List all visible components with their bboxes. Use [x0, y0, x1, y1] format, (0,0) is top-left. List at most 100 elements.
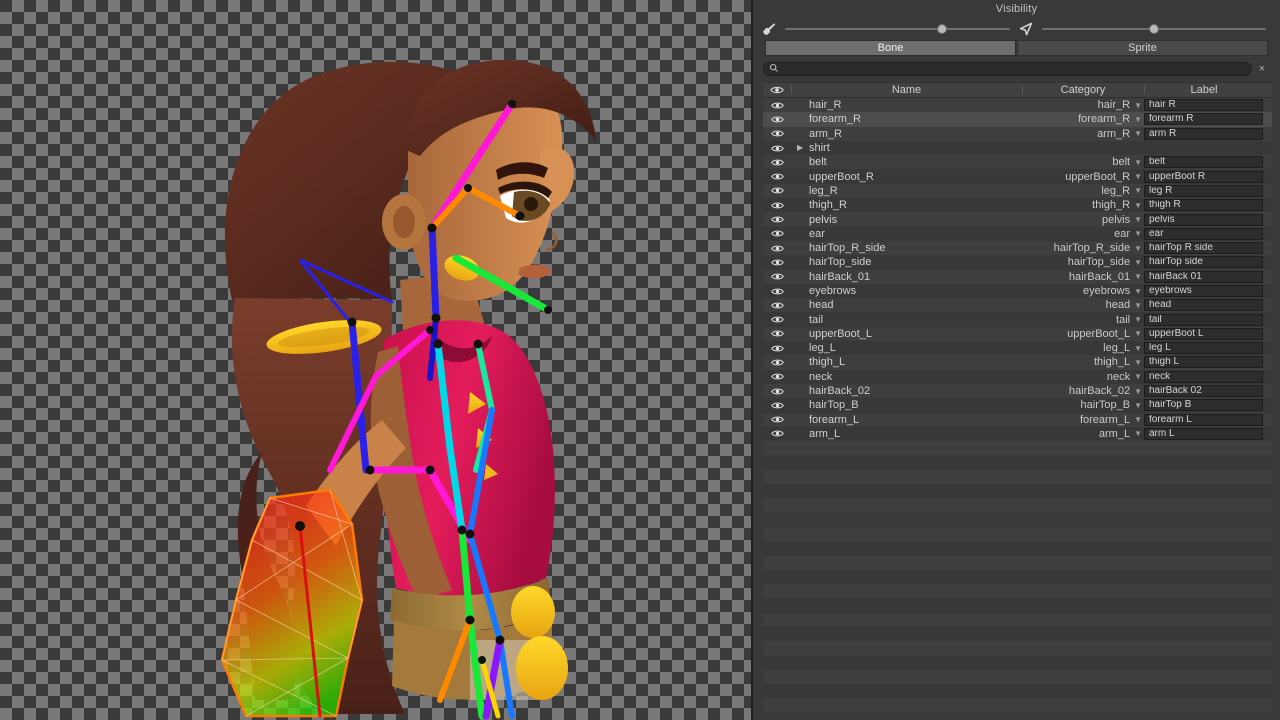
bone-opacity-slider[interactable] [761, 21, 1010, 37]
row-visibility-toggle[interactable] [763, 429, 791, 438]
row-label-input[interactable]: eyebrows [1144, 285, 1263, 297]
row-name[interactable]: thigh_L [791, 356, 1022, 368]
row-category-dropdown[interactable]: hairTop_B ▼ [1022, 399, 1144, 411]
row-label-input[interactable]: hairTop R side [1144, 242, 1263, 255]
chevron-down-icon[interactable]: ▼ [1134, 186, 1142, 195]
row-category-dropdown[interactable]: forearm_R ▼ [1022, 113, 1144, 125]
row-visibility-toggle[interactable] [763, 129, 791, 138]
row-category-dropdown[interactable]: pelvis ▼ [1022, 214, 1144, 226]
chevron-down-icon[interactable]: ▼ [1134, 344, 1142, 353]
tab-sprite[interactable]: Sprite [1017, 40, 1268, 56]
row-label-cell[interactable]: hairBack 01 [1144, 270, 1272, 283]
chevron-down-icon[interactable]: ▼ [1134, 229, 1142, 238]
sprite-slider-track[interactable] [1041, 22, 1267, 36]
row-label-input[interactable]: head [1144, 299, 1263, 312]
chevron-down-icon[interactable]: ▼ [1134, 172, 1142, 181]
row-category-dropdown[interactable]: arm_R ▼ [1022, 128, 1144, 140]
table-row[interactable]: hairBack_01 hairBack_01 ▼ hairBack 01 [763, 269, 1272, 284]
chevron-down-icon[interactable]: ▼ [1134, 115, 1142, 124]
row-category-dropdown[interactable]: hairBack_01 ▼ [1022, 271, 1144, 283]
column-header-label[interactable]: Label [1144, 84, 1264, 96]
row-label-cell[interactable]: hairTop B [1144, 399, 1272, 412]
row-visibility-toggle[interactable] [763, 158, 791, 167]
column-header-visibility[interactable] [763, 85, 791, 95]
table-row[interactable]: arm_L arm_L ▼ arm L [763, 426, 1272, 442]
chevron-down-icon[interactable]: ▼ [1134, 387, 1142, 396]
row-category-dropdown[interactable]: neck ▼ [1022, 371, 1144, 383]
row-name[interactable]: ▶ shirt [791, 142, 1022, 154]
table-row[interactable]: hairTop_R_side hairTop_R_side ▼ hairTop R s… [763, 240, 1272, 256]
clear-search-icon[interactable]: × [1256, 63, 1268, 75]
row-visibility-toggle[interactable] [763, 172, 791, 181]
row-visibility-toggle[interactable] [763, 144, 791, 153]
row-label-cell[interactable]: arm R [1144, 127, 1272, 140]
row-label-input[interactable]: ear [1144, 227, 1263, 240]
sprite-opacity-slider[interactable] [1018, 21, 1267, 37]
row-label-input[interactable]: neck [1144, 370, 1263, 383]
row-label-input[interactable]: upperBoot L [1144, 327, 1263, 340]
row-name[interactable]: hairTop_R_side [791, 242, 1022, 254]
chevron-down-icon[interactable]: ▼ [1134, 329, 1142, 338]
row-name[interactable]: pelvis [791, 214, 1022, 226]
row-label-input[interactable]: thigh R [1144, 199, 1263, 212]
table-row[interactable]: forearm_L forearm_L ▼ forearm L [763, 412, 1272, 427]
row-category-dropdown[interactable]: leg_L ▼ [1022, 342, 1144, 354]
table-row[interactable]: head head ▼ head [763, 298, 1272, 313]
row-visibility-toggle[interactable] [763, 244, 791, 253]
table-row[interactable]: forearm_R forearm_R ▼ forearm R [763, 112, 1272, 127]
column-header-name[interactable]: Name [791, 84, 1022, 96]
table-row[interactable]: pelvis pelvis ▼ pelvis [763, 212, 1272, 227]
row-label-cell[interactable]: head [1144, 299, 1272, 312]
chevron-down-icon[interactable]: ▼ [1134, 244, 1142, 253]
chevron-down-icon[interactable]: ▼ [1134, 429, 1142, 438]
row-visibility-toggle[interactable] [763, 415, 791, 424]
row-visibility-toggle[interactable] [763, 215, 791, 224]
row-label-cell[interactable]: ear [1144, 227, 1272, 240]
search-field[interactable] [763, 62, 1252, 76]
row-name[interactable]: hair_R [791, 99, 1022, 111]
row-name[interactable]: neck [791, 371, 1022, 383]
chevron-down-icon[interactable]: ▼ [1134, 315, 1142, 324]
row-label-input[interactable]: forearm L [1144, 413, 1263, 426]
row-label-cell[interactable]: eyebrows [1144, 285, 1272, 297]
row-label-cell[interactable]: tail [1144, 313, 1272, 326]
row-visibility-toggle[interactable] [763, 315, 791, 324]
row-label-cell[interactable]: upperBoot L [1144, 327, 1272, 340]
row-visibility-toggle[interactable] [763, 401, 791, 410]
expand-triangle-icon[interactable]: ▶ [797, 144, 806, 152]
row-category-dropdown[interactable]: thigh_L ▼ [1022, 356, 1144, 368]
chevron-down-icon[interactable]: ▼ [1134, 129, 1142, 138]
table-row[interactable]: neck neck ▼ neck [763, 369, 1272, 384]
row-category-dropdown[interactable]: hairBack_02 ▼ [1022, 385, 1144, 397]
row-category-dropdown[interactable]: forearm_L ▼ [1022, 414, 1144, 426]
chevron-down-icon[interactable]: ▼ [1134, 101, 1142, 110]
row-visibility-toggle[interactable] [763, 186, 791, 195]
bone-visibility-table[interactable]: hair_R hair_R ▼ hair R forearm_R forearm_R ▼fo… [763, 98, 1272, 720]
row-name[interactable]: hairBack_01 [791, 271, 1022, 283]
row-label-cell[interactable]: thigh R [1144, 199, 1272, 212]
row-name[interactable]: tail [791, 314, 1022, 326]
row-label-input[interactable]: tail [1144, 313, 1263, 326]
row-name[interactable]: leg_L [791, 342, 1022, 354]
column-header-category[interactable]: Category [1022, 84, 1144, 96]
chevron-down-icon[interactable]: ▼ [1134, 272, 1142, 281]
row-name[interactable]: thigh_R [791, 199, 1022, 211]
sprite-slider-knob[interactable] [1148, 24, 1159, 34]
row-label-input[interactable]: leg R [1144, 184, 1263, 197]
row-visibility-toggle[interactable] [763, 372, 791, 381]
row-visibility-toggle[interactable] [763, 387, 791, 396]
row-category-dropdown[interactable]: thigh_R ▼ [1022, 199, 1144, 211]
row-name[interactable]: forearm_R [791, 113, 1022, 125]
row-name[interactable]: forearm_L [791, 414, 1022, 426]
row-category-dropdown[interactable]: hair_R ▼ [1022, 99, 1144, 111]
bone-slider-knob[interactable] [937, 24, 948, 34]
row-label-input[interactable]: leg L [1144, 342, 1263, 355]
row-name[interactable]: hairTop_B [791, 399, 1022, 411]
row-category-dropdown[interactable]: head ▼ [1022, 299, 1144, 311]
row-visibility-toggle[interactable] [763, 229, 791, 238]
row-name[interactable]: upperBoot_L [791, 328, 1022, 340]
chevron-down-icon[interactable]: ▼ [1134, 215, 1142, 224]
row-label-cell[interactable]: forearm L [1144, 413, 1272, 426]
table-row[interactable]: leg_L leg_L ▼ leg L [763, 341, 1272, 356]
row-label-cell[interactable]: hair R [1144, 99, 1272, 112]
